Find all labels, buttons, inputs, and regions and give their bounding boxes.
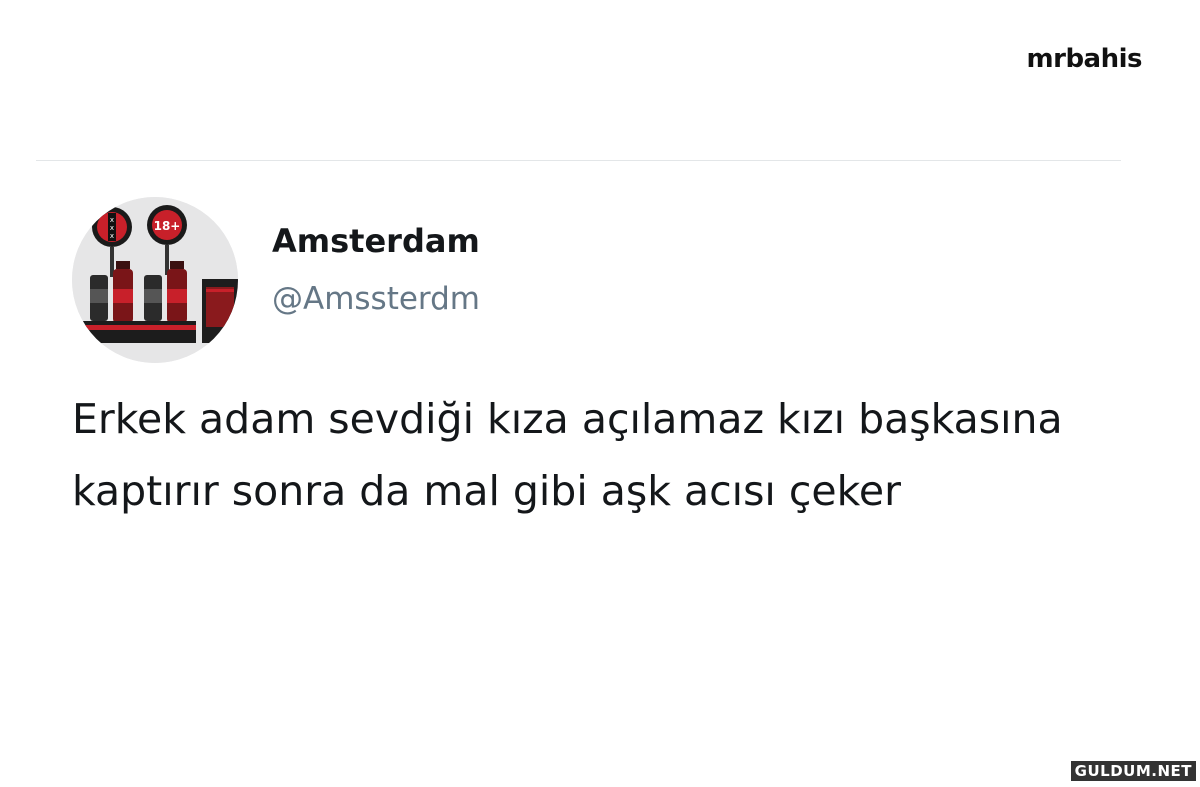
tweet-screenshot: mrbahis x x x 18+ Amsterdam @Amssterdm E… [0, 0, 1200, 787]
user-handle[interactable]: @Amssterdm [272, 277, 480, 321]
avatar-image: x x x 18+ [72, 197, 238, 363]
avatar[interactable]: x x x 18+ [72, 197, 238, 363]
brand-logo-text: mrbahis [1026, 44, 1143, 74]
divider [36, 160, 1121, 161]
svg-text:x: x [110, 224, 114, 232]
svg-text:x: x [110, 216, 114, 224]
avatar-badge-text: 18+ [154, 219, 181, 233]
tweet-card: x x x 18+ Amsterdam @Amssterdm Erkek ada… [72, 197, 1132, 527]
author-names: Amsterdam @Amssterdm [272, 219, 480, 321]
tweet-header: x x x 18+ Amsterdam @Amssterdm [72, 197, 1132, 363]
svg-text:x: x [110, 232, 114, 240]
display-name[interactable]: Amsterdam [272, 219, 480, 263]
watermark: GULDUM.NET [1070, 761, 1196, 781]
tweet-text: Erkek adam sevdiği kıza açılamaz kızı ba… [72, 395, 1063, 515]
